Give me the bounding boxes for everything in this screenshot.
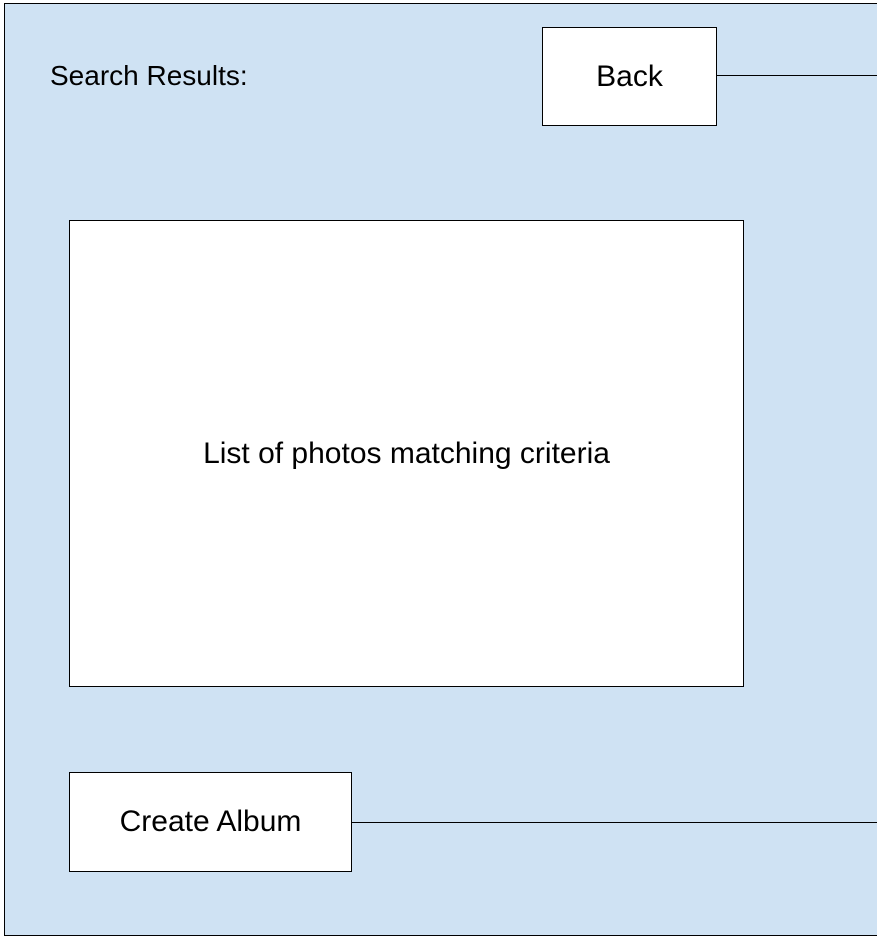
- create-album-button[interactable]: Create Album: [69, 772, 352, 872]
- create-album-connector: [352, 822, 877, 823]
- back-button[interactable]: Back: [542, 27, 717, 126]
- page-title: Search Results:: [50, 60, 248, 91]
- photo-results-list[interactable]: List of photos matching criteria: [69, 220, 744, 687]
- back-button-connector: [717, 75, 877, 76]
